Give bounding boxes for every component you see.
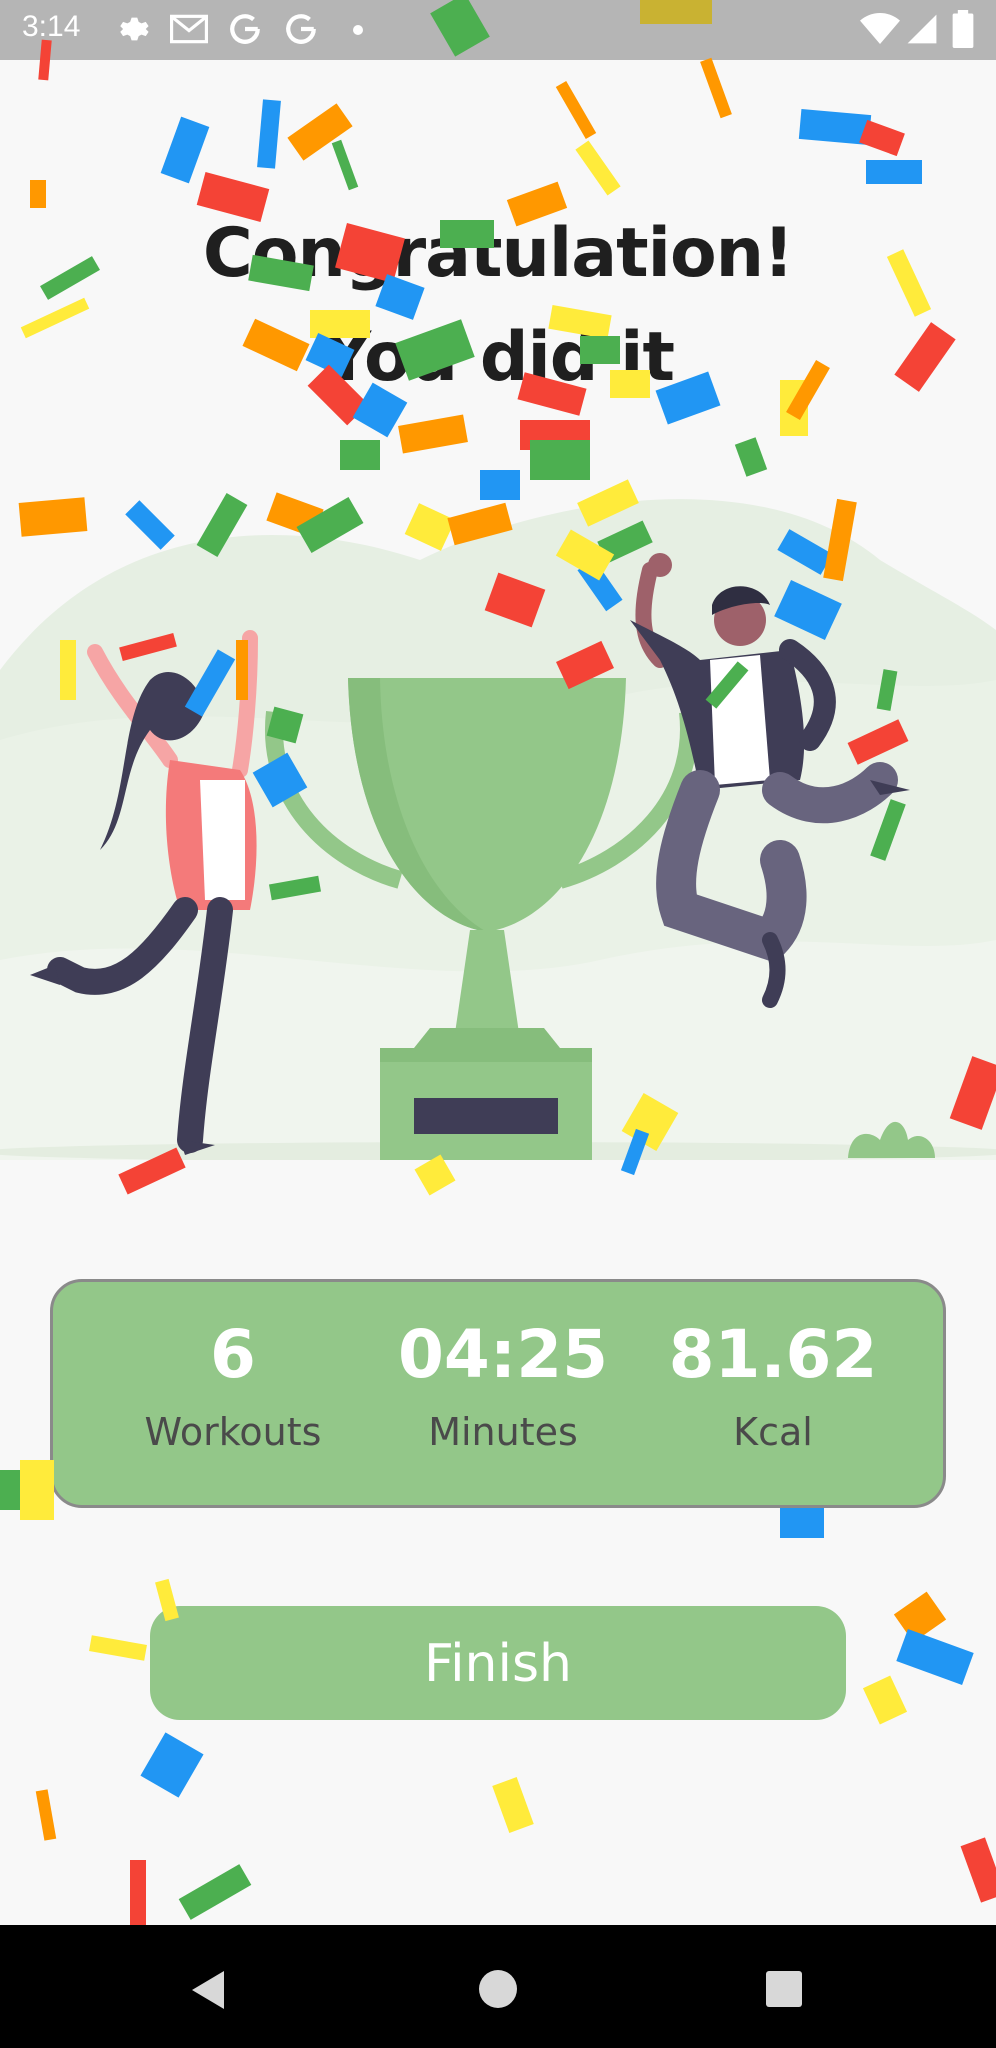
finish-button[interactable]: Finish: [150, 1606, 846, 1720]
stat-kcal-label: Kcal: [733, 1410, 813, 1454]
status-bar: 3:14: [0, 0, 996, 60]
stat-kcal-value: 81.62: [668, 1316, 878, 1393]
celebration-illustration: [0, 499, 996, 1160]
congratulation-title: Congratulation!: [202, 214, 794, 293]
status-time: 3:14: [22, 10, 81, 43]
stat-kcal: 81.62 Kcal: [623, 1282, 923, 1505]
wifi-icon: [860, 13, 900, 44]
google-icon: [286, 14, 316, 44]
dot-icon: [353, 25, 363, 35]
gmail-icon: [170, 14, 208, 44]
workout-summary-card: 6 Workouts 04:25 Minutes 81.62 Kcal: [50, 1279, 946, 1508]
signal-icon: [907, 14, 937, 44]
navigation-bar: [0, 1925, 996, 2048]
stat-workouts: 6 Workouts: [83, 1282, 383, 1505]
google-icon: [230, 14, 260, 44]
stat-minutes: 04:25 Minutes: [353, 1282, 653, 1505]
gear-icon: [120, 17, 149, 41]
stat-minutes-label: Minutes: [428, 1410, 578, 1454]
you-did-it-title: You did it: [322, 318, 675, 397]
battery-icon: [952, 10, 974, 48]
stat-minutes-value: 04:25: [397, 1316, 609, 1393]
back-icon[interactable]: [188, 1969, 228, 2011]
stat-workouts-value: 6: [210, 1316, 256, 1393]
home-icon[interactable]: [478, 1969, 518, 2009]
recents-icon[interactable]: [764, 1969, 804, 2009]
stat-workouts-label: Workouts: [144, 1410, 322, 1454]
